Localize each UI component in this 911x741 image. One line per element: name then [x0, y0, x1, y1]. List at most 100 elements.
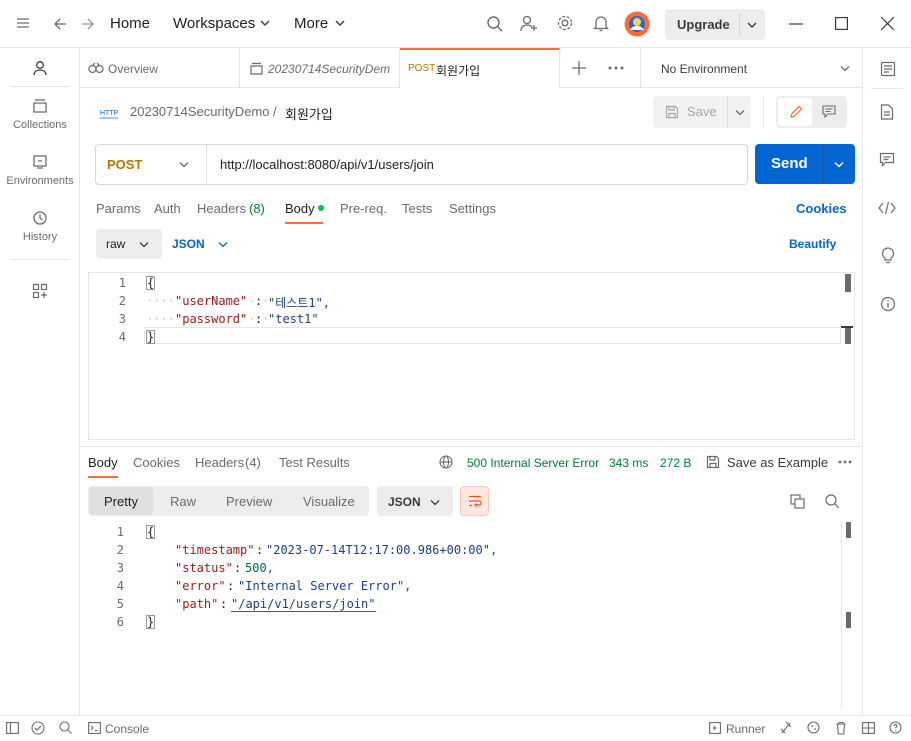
- line-number: 3: [116, 561, 124, 575]
- send-button[interactable]: Send: [755, 144, 855, 184]
- body-mode-select[interactable]: raw: [96, 229, 162, 259]
- close-icon[interactable]: [880, 16, 895, 31]
- send-label: Send: [771, 155, 808, 172]
- configure-workbench-icon[interactable]: [32, 283, 48, 299]
- editor-scrollbar[interactable]: [845, 274, 851, 292]
- pane-divider[interactable]: [80, 446, 862, 447]
- capture-icon[interactable]: [780, 721, 793, 735]
- edit-mode-button[interactable]: [778, 98, 812, 126]
- response-format-select[interactable]: JSON: [377, 486, 453, 516]
- breadcrumb-collection[interactable]: 20230714SecurityDemo: [130, 104, 269, 119]
- save-as-example-button[interactable]: Save as Example: [727, 455, 828, 470]
- chevron-down-icon[interactable]: [747, 21, 757, 29]
- chevron-down-icon[interactable]: [179, 161, 189, 168]
- environment-selector[interactable]: No Environment: [661, 62, 747, 76]
- tab-auth[interactable]: Auth: [154, 201, 181, 216]
- chevron-down-icon[interactable]: [834, 161, 844, 168]
- breadcrumb-request[interactable]: 회원가입: [285, 104, 333, 123]
- url-input[interactable]: http://localhost:8080/api/v1/users/join: [220, 157, 434, 172]
- beautify-link[interactable]: Beautify: [789, 237, 836, 251]
- collection-icon: [250, 62, 263, 75]
- workspaces-menu[interactable]: Workspaces: [173, 15, 255, 32]
- settings-gear-icon[interactable]: [556, 14, 574, 32]
- method-select[interactable]: POST: [107, 157, 142, 172]
- comment-mode-button[interactable]: [813, 98, 845, 126]
- trash-icon[interactable]: [835, 721, 847, 735]
- response-tab-test-results[interactable]: Test Results: [279, 455, 350, 470]
- tab-label: Overview: [108, 62, 159, 76]
- view-toggle: [776, 96, 847, 128]
- chevron-down-icon[interactable]: [735, 109, 745, 116]
- view-raw[interactable]: Raw: [170, 494, 196, 509]
- tab-divider: [640, 48, 641, 88]
- tab-request-join[interactable]: POST 회원가입: [400, 48, 560, 88]
- environment-quick-look-icon[interactable]: [880, 61, 896, 77]
- response-time[interactable]: 343 ms: [609, 456, 648, 470]
- sidebar-item-collections[interactable]: Collections: [0, 98, 80, 138]
- forward-arrow-icon[interactable]: [80, 16, 96, 32]
- response-size[interactable]: 272 B: [660, 456, 691, 470]
- invite-user-icon[interactable]: [519, 14, 539, 33]
- chevron-down-icon[interactable]: [840, 65, 850, 72]
- upgrade-button[interactable]: Upgrade: [665, 9, 765, 40]
- sidebar-item-history[interactable]: History: [0, 210, 80, 250]
- new-tab-plus-icon[interactable]: [572, 61, 586, 75]
- save-button[interactable]: Save: [653, 96, 751, 128]
- user-profile-icon[interactable]: [32, 60, 48, 76]
- left-sidebar: Collections Environments History: [0, 48, 80, 715]
- menu-icon[interactable]: [16, 16, 30, 30]
- cookies-link[interactable]: Cookies: [796, 201, 847, 216]
- console-button[interactable]: Console: [105, 722, 149, 736]
- response-status[interactable]: 500 Internal Server Error: [467, 456, 599, 470]
- chevron-down-icon[interactable]: [218, 241, 228, 248]
- response-view-switcher: Pretty Raw Preview Visualize: [88, 486, 369, 516]
- tab-body[interactable]: Body: [285, 201, 315, 216]
- copy-icon[interactable]: [790, 494, 805, 509]
- cookies-icon[interactable]: [807, 721, 820, 734]
- info-icon[interactable]: [880, 296, 896, 312]
- tab-params[interactable]: Params: [96, 201, 141, 216]
- response-tab-headers[interactable]: Headers: [195, 455, 244, 470]
- toggle-sidebar-icon[interactable]: [6, 722, 19, 734]
- body-language-select[interactable]: JSON: [172, 237, 205, 251]
- view-visualize[interactable]: Visualize: [303, 494, 355, 509]
- search-icon[interactable]: [825, 494, 840, 509]
- toolbar-divider: [763, 96, 764, 128]
- sidebar-item-environments[interactable]: Environments: [0, 154, 80, 194]
- globe-icon[interactable]: [439, 455, 453, 469]
- wrap-lines-button[interactable]: [460, 486, 489, 516]
- search-icon[interactable]: [486, 15, 504, 33]
- more-menu[interactable]: More: [294, 15, 328, 32]
- response-tab-body[interactable]: Body: [88, 455, 118, 470]
- maximize-icon[interactable]: [835, 17, 848, 30]
- tab-tests[interactable]: Tests: [402, 201, 432, 216]
- avatar[interactable]: [624, 11, 650, 37]
- more-options-icon[interactable]: [838, 460, 852, 464]
- more-options-icon[interactable]: [608, 66, 624, 70]
- response-tab-cookies[interactable]: Cookies: [133, 455, 180, 470]
- code-line: {: [146, 276, 156, 290]
- code-snippet-icon[interactable]: [878, 201, 896, 215]
- tab-overview[interactable]: Overview: [80, 48, 240, 88]
- find-icon[interactable]: [59, 721, 72, 734]
- minimize-icon[interactable]: [789, 23, 803, 25]
- tab-headers[interactable]: Headers: [197, 201, 246, 216]
- help-icon[interactable]: [889, 721, 902, 734]
- online-status-icon[interactable]: [31, 721, 45, 735]
- tab-settings[interactable]: Settings: [449, 201, 496, 216]
- runner-button[interactable]: Runner: [726, 722, 765, 736]
- view-preview[interactable]: Preview: [226, 494, 272, 509]
- back-arrow-icon[interactable]: [52, 16, 68, 32]
- tab-pre-request[interactable]: Pre-req.: [340, 201, 387, 216]
- json-link-value[interactable]: "/api/v1/users/join": [231, 597, 376, 612]
- json-key: "timestamp": [175, 543, 255, 557]
- environments-icon: [33, 155, 47, 169]
- documentation-icon[interactable]: [880, 104, 894, 120]
- tab-collection[interactable]: 20230714SecurityDemo: [240, 48, 400, 88]
- comments-icon[interactable]: [879, 152, 895, 167]
- home-link[interactable]: Home: [110, 15, 150, 32]
- two-pane-icon[interactable]: [862, 722, 875, 734]
- response-scrollbar[interactable]: [846, 522, 851, 538]
- notification-bell-icon[interactable]: [593, 14, 609, 32]
- lightbulb-icon[interactable]: [880, 247, 896, 264]
